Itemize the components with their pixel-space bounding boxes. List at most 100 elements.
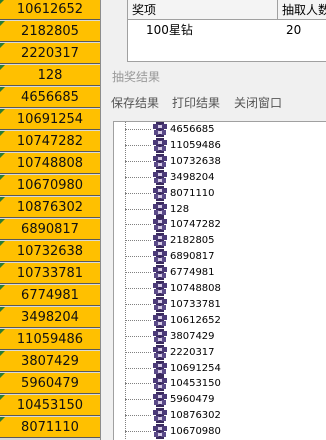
winner-icon — [152, 376, 168, 392]
sheet-cell[interactable]: 5960479 — [0, 373, 100, 394]
sheet-cell[interactable]: 10612652 — [0, 0, 100, 20]
tree-connector — [125, 319, 151, 321]
cell-marker-icon — [0, 87, 5, 92]
sheet-cell[interactable]: 2220317 — [0, 43, 100, 64]
result-id: 8071110 — [170, 187, 215, 199]
sheet-cell-value: 2220317 — [21, 46, 79, 61]
sheet-cell[interactable]: 10748808 — [0, 153, 100, 174]
tree-connector — [125, 303, 151, 305]
result-id: 10747282 — [170, 219, 221, 231]
result-id: 10876302 — [170, 410, 221, 422]
cell-marker-icon — [0, 43, 5, 48]
cell-marker-icon — [0, 241, 5, 246]
dialog-title: 抽奖结果 — [112, 70, 161, 84]
print-result-menu-item[interactable]: 打印结果 — [172, 94, 220, 111]
cell-marker-icon — [0, 417, 5, 422]
sheet-cell[interactable]: 3807429 — [0, 351, 100, 372]
result-id: 2220317 — [170, 346, 215, 358]
tree-connector — [125, 431, 151, 433]
cell-marker-icon — [0, 307, 5, 312]
count-cell[interactable]: 20 — [286, 21, 301, 39]
save-result-menu-item[interactable]: 保存结果 — [111, 94, 159, 111]
winner-icon — [152, 344, 168, 360]
sheet-cell[interactable]: 128 — [0, 65, 100, 86]
cell-marker-icon — [0, 395, 5, 400]
sheet-cell[interactable]: 3498204 — [0, 307, 100, 328]
lottery-result-dialog: 抽奖结果 保存结果 打印结果 关闭窗口 4656685 11059486 10732… — [109, 62, 326, 440]
sheet-cell[interactable]: 10691254 — [0, 109, 100, 130]
result-id: 5960479 — [170, 394, 215, 406]
sheet-cell-value: 11059486 — [16, 332, 84, 347]
sheet-cell-value: 4656685 — [21, 90, 79, 105]
result-id: 3498204 — [170, 171, 215, 183]
sheet-cell-value: 6890817 — [21, 222, 79, 237]
sheet-cell[interactable]: 8071110 — [0, 417, 100, 438]
tree-connector — [125, 160, 151, 162]
prize-cell[interactable]: 100星钻 — [146, 21, 193, 39]
cell-marker-icon — [0, 329, 5, 334]
tree-connector — [125, 399, 151, 401]
tree-guide-line — [125, 122, 126, 440]
spreadsheet-column: 10612652 2182805 2220317 128 4656685 10691254… — [0, 0, 100, 440]
close-window-menu-item[interactable]: 关闭窗口 — [234, 94, 282, 111]
sheet-cell[interactable]: 10453150 — [0, 395, 100, 416]
cell-marker-icon — [0, 197, 5, 202]
sheet-cell[interactable]: 10733781 — [0, 263, 100, 284]
sheet-cell-value: 5960479 — [21, 376, 79, 391]
sheet-cell-value: 10732638 — [16, 244, 84, 259]
cell-marker-icon — [0, 65, 5, 70]
prize-table: 奖项 抽取人数 100星钻 20 — [127, 0, 326, 62]
sheet-cell[interactable]: 10732638 — [0, 241, 100, 262]
sheet-cell-value: 10876302 — [16, 200, 84, 215]
winner-icon — [152, 185, 168, 201]
cell-marker-icon — [0, 175, 5, 180]
result-id: 10732638 — [170, 155, 221, 167]
winner-icon — [152, 201, 168, 217]
result-id: 10748808 — [170, 283, 221, 294]
sheet-cell[interactable]: 6890817 — [0, 219, 100, 240]
result-id: 6774981 — [170, 267, 215, 279]
result-id: 10670980 — [170, 426, 221, 438]
sheet-cell-value: 10733781 — [16, 266, 84, 281]
tree-connector — [125, 224, 151, 226]
winner-icon — [152, 217, 168, 233]
prize-column-header[interactable]: 奖项 — [128, 0, 278, 20]
result-id: 11059486 — [170, 139, 221, 151]
tree-connector — [125, 415, 151, 417]
winner-icon — [152, 281, 168, 296]
result-id: 10453150 — [170, 378, 221, 390]
tree-connector — [125, 351, 151, 353]
tree-connector — [125, 144, 151, 146]
count-column-header[interactable]: 抽取人数 — [278, 0, 326, 20]
sheet-cell[interactable]: 2182805 — [0, 21, 100, 42]
tree-connector — [125, 240, 151, 242]
sheet-cell[interactable]: 10747282 — [0, 131, 100, 152]
sheet-cell-value: 8071110 — [21, 420, 79, 435]
sheet-cell[interactable]: 11059486 — [0, 329, 100, 350]
tree-connector — [125, 367, 151, 369]
winner-icon — [152, 169, 168, 185]
sheet-cell[interactable]: 4656685 — [0, 87, 100, 108]
result-id: 6890817 — [170, 251, 215, 263]
result-id: 3807429 — [170, 330, 215, 342]
result-tree-view[interactable]: 4656685 11059486 10732638 3498204 8071110 128… — [113, 121, 326, 440]
tree-connector — [125, 192, 151, 194]
cell-marker-icon — [0, 351, 5, 356]
cell-marker-icon — [0, 153, 5, 158]
winner-icon — [152, 265, 168, 281]
cell-marker-icon — [0, 373, 5, 378]
result-id: 2182805 — [170, 235, 215, 247]
tree-connector — [125, 256, 151, 258]
tree-connector — [125, 129, 151, 130]
result-id: 10733781 — [170, 298, 221, 310]
sheet-cell-value: 6774981 — [21, 288, 79, 303]
result-id: 10612652 — [170, 314, 221, 326]
sheet-cell[interactable]: 6774981 — [0, 285, 100, 306]
sheet-cell[interactable]: 10876302 — [0, 197, 100, 218]
sheet-cell-value: 10747282 — [16, 134, 84, 149]
winner-icon — [152, 360, 168, 376]
sheet-cell[interactable]: 10670980 — [0, 175, 100, 196]
sheet-cell-value: 10748808 — [16, 156, 84, 171]
cell-marker-icon — [0, 285, 5, 290]
tree-connector — [125, 288, 151, 289]
